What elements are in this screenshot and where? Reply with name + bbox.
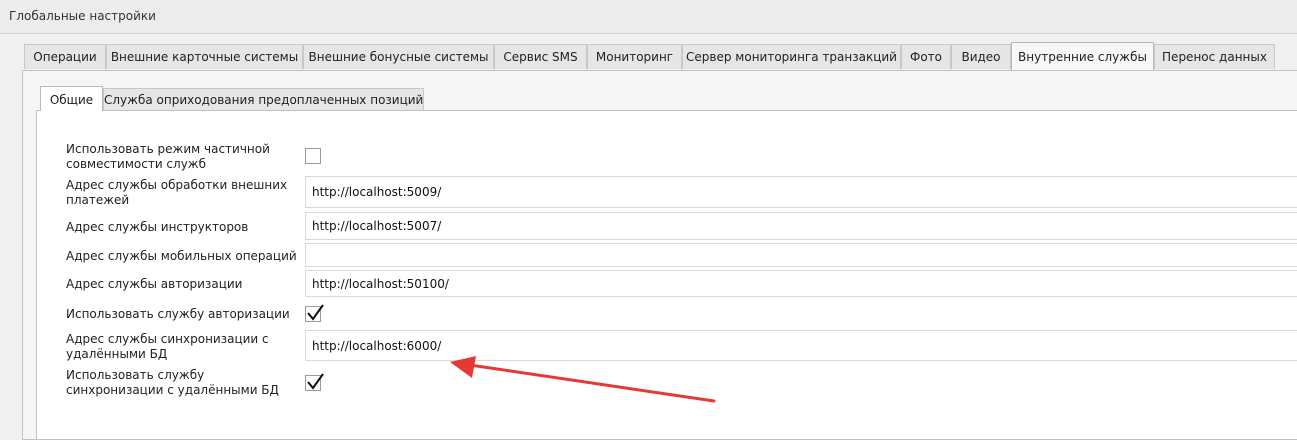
ext-payments-label: Адрес службы обработки внешних платежей [66,178,288,207]
tab-transaction-monitoring-server[interactable]: Сервер мониторинга транзакций [682,44,901,69]
tab-monitoring[interactable]: Мониторинг [587,44,682,69]
tab-data-transfer[interactable]: Перенос данных [1154,44,1275,69]
sync-input[interactable] [305,330,1297,361]
partial-compat-label: Использовать режим частичной совместимос… [66,142,270,171]
tab-sms-service[interactable]: Сервис SMS [494,44,587,69]
mobile-ops-label: Адрес службы мобильных операций [66,249,297,263]
ext-payments-input[interactable] [305,176,1297,208]
use-auth-label: Использовать службу авторизации [66,307,290,321]
check-icon [307,304,324,321]
sync-label: Адрес службы синхронизации с удалёнными … [66,332,269,361]
mobile-ops-input[interactable] [305,243,1297,267]
use-sync-label: Использовать службу синхронизации с удал… [66,368,279,397]
tab-prepaid-items-service[interactable]: Служба оприходования предоплаченных пози… [103,88,424,110]
auth-label: Адрес службы авторизации [66,277,243,291]
instructors-input[interactable] [305,212,1297,240]
tab-photo[interactable]: Фото [901,44,951,69]
window-title: Глобальные настройки [9,9,156,23]
tab-video[interactable]: Видео [951,44,1011,69]
tab-internal-services[interactable]: Внутренние службы [1011,42,1154,70]
tab-external-bonus-systems[interactable]: Внешние бонусные системы [303,44,494,69]
tab-operations[interactable]: Операции [24,44,106,69]
auth-input[interactable] [305,270,1297,297]
tab-general[interactable]: Общие [40,86,103,111]
instructors-label: Адрес службы инструкторов [66,220,249,234]
use-auth-checkbox[interactable] [305,304,324,322]
partial-compat-checkbox[interactable] [305,148,321,164]
use-sync-checkbox[interactable] [305,373,324,391]
window-titlebar: Глобальные настройки [0,0,1297,34]
tab-external-card-systems[interactable]: Внешние карточные системы [106,44,303,69]
check-icon [307,373,324,390]
